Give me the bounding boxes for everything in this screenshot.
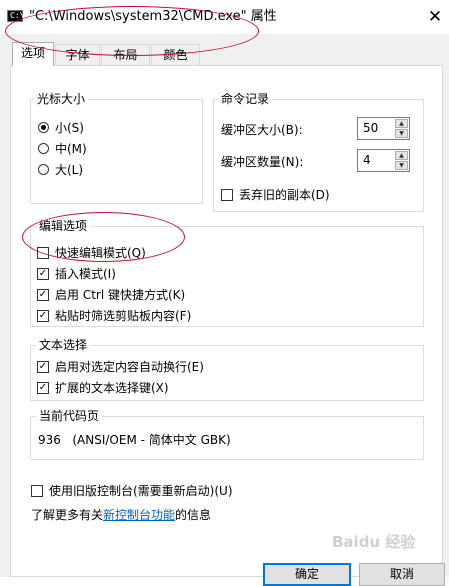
buffer-size-value: 50: [363, 121, 379, 135]
cmd-icon-text: C:\: [10, 11, 25, 20]
learn-more-suffix: 的信息: [175, 508, 212, 522]
checkbox-label: 粘贴时筛选剪贴板内容(F): [55, 309, 192, 323]
buffer-size-label: 缓冲区大小(B):: [221, 123, 303, 137]
code-page-legend: 当前代码页: [36, 409, 103, 423]
checkbox-checked-icon: ✓: [37, 361, 49, 373]
learn-more-text: 了解更多有关新控制台功能的信息: [31, 507, 211, 523]
spin-down-icon[interactable]: ▼: [395, 129, 408, 138]
close-icon[interactable]: ✕: [424, 7, 446, 27]
checkbox-label: 扩展的文本选择键(X): [55, 381, 169, 395]
checkbox-label: 快速编辑模式(Q): [55, 246, 146, 260]
checkbox-label: 启用对选定内容自动换行(E): [55, 360, 204, 374]
cmd-app-icon: C:\: [7, 10, 25, 22]
buffer-count-value: 4: [363, 153, 371, 167]
tab-colors[interactable]: 颜色: [151, 44, 200, 65]
radio-checked-icon: [38, 122, 49, 133]
radio-label: 大(L): [55, 163, 84, 177]
checkbox-label: 使用旧版控制台(需要重新启动)(U): [49, 484, 233, 498]
tab-font[interactable]: 字体: [55, 44, 100, 65]
checkbox-checked-icon: ✓: [37, 289, 49, 301]
checkbox-label: 插入模式(I): [55, 267, 116, 281]
radio-label: 中(M): [55, 142, 87, 156]
edit-options-legend: 编辑选项: [36, 219, 91, 233]
checkbox-checked-icon: ✓: [37, 382, 49, 394]
window-title: "C:\Windows\system32\CMD.exe" 属性: [29, 9, 277, 24]
checkbox-unchecked-icon: [37, 247, 49, 259]
checkbox-label: 启用 Ctrl 键快捷方式(K): [55, 288, 186, 302]
checkbox-unchecked-icon: [31, 485, 43, 497]
spin-up-icon[interactable]: ▲: [395, 151, 408, 160]
command-history-legend: 命令记录: [218, 92, 273, 106]
spinner-buttons: ▲ ▼: [395, 151, 408, 170]
learn-more-prefix: 了解更多有关: [31, 508, 104, 522]
radio-unchecked-icon: [38, 143, 49, 154]
buffer-count-label: 缓冲区数量(N):: [221, 155, 304, 169]
code-page-value: 936 (ANSI/OEM - 简体中文 GBK): [38, 433, 231, 447]
spin-down-icon[interactable]: ▼: [395, 161, 408, 170]
spin-up-icon[interactable]: ▲: [395, 119, 408, 128]
buffer-size-spinner[interactable]: 50 ▲ ▼: [357, 117, 410, 140]
cursor-size-legend: 光标大小: [34, 92, 89, 106]
buffer-count-spinner[interactable]: 4 ▲ ▼: [357, 149, 410, 172]
text-selection-legend: 文本选择: [36, 338, 91, 352]
radio-unchecked-icon: [38, 164, 49, 175]
new-console-features-link[interactable]: 新控制台功能: [103, 508, 175, 522]
tab-options[interactable]: 选项: [12, 42, 54, 66]
tab-layout[interactable]: 布局: [101, 44, 150, 65]
checkbox-checked-icon: ✓: [37, 268, 49, 280]
radio-label: 小(S): [55, 121, 84, 135]
watermark-text: Baidu 经验: [332, 533, 416, 551]
checkbox-label: 丢弃旧的副本(D): [239, 188, 330, 202]
spinner-buttons: ▲ ▼: [395, 119, 408, 138]
ok-button[interactable]: 确定: [263, 563, 351, 586]
cancel-button[interactable]: 取消: [359, 563, 445, 586]
checkbox-checked-icon: ✓: [37, 310, 49, 322]
title-bar: C:\ "C:\Windows\system32\CMD.exe" 属性 ✕: [0, 0, 449, 34]
checkbox-unchecked-icon: [221, 189, 233, 201]
